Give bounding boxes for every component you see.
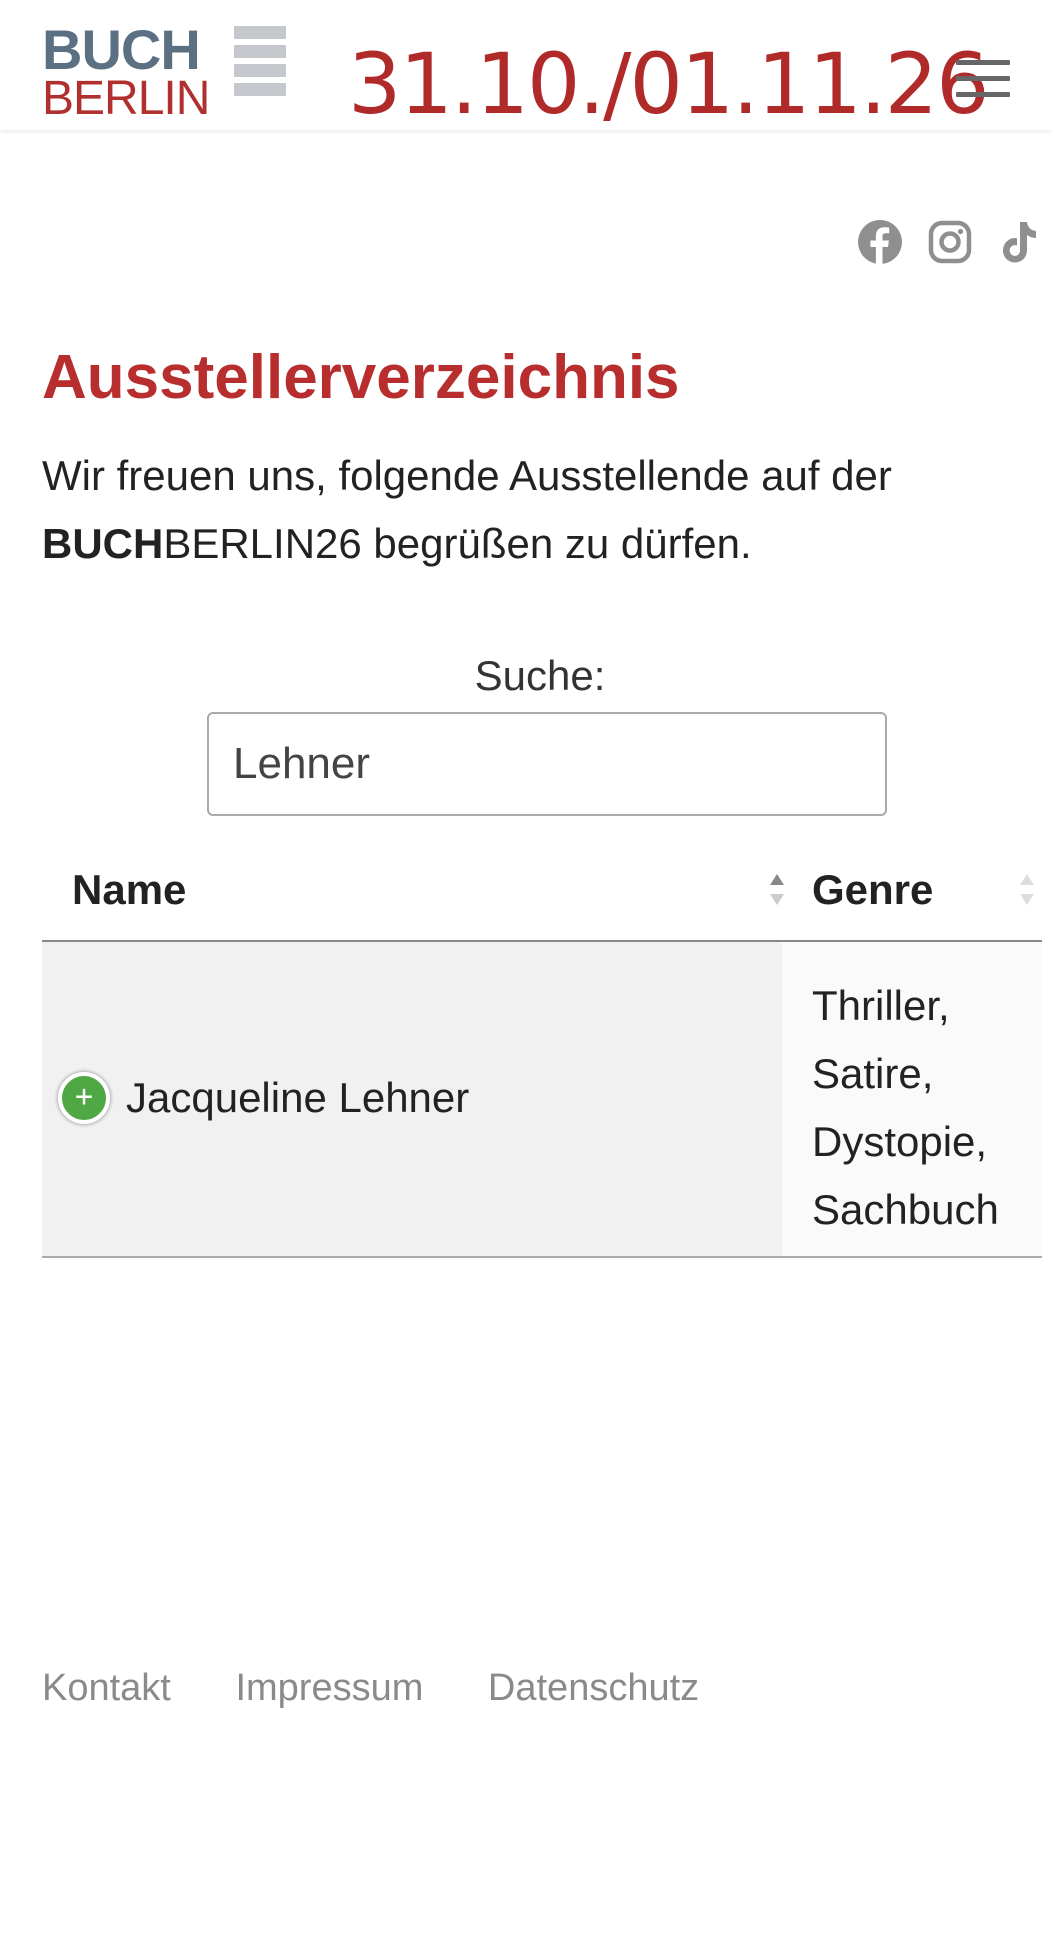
tiktok-icon[interactable] (994, 218, 1042, 266)
page-title: Ausstellerverzeichnis (42, 343, 680, 412)
site-footer: Kontakt Impressum Datenschutz (42, 1660, 753, 1716)
cell-name: + Jacqueline Lehner (42, 942, 782, 1256)
search-label: Suche: (474, 652, 606, 699)
intro-prefix: Wir freuen uns, folgende Ausstellende au… (42, 452, 892, 499)
table-header: Name Genre (42, 840, 1042, 942)
search-input[interactable] (207, 712, 887, 816)
column-header-name-label: Name (72, 866, 187, 913)
genre-item: Thriller, (812, 982, 950, 1029)
site-header: BUCH BERLIN 31.10./01.11.26 (0, 0, 1052, 133)
genre-list: Thriller, Satire, Dystopie, Sachbuch (812, 972, 999, 1244)
genre-item: Sachbuch (812, 1186, 999, 1233)
column-header-genre[interactable]: Genre (812, 840, 1042, 940)
exhibitor-table: Name Genre + Jacqueline Lehner Thriller,… (42, 840, 1042, 1258)
genre-item: Satire, (812, 1050, 934, 1097)
logo-bars-graphic (234, 26, 286, 102)
sort-arrows-icon (770, 874, 784, 914)
sort-arrows-icon (1020, 874, 1034, 914)
genre-item: Dystopie, (812, 1118, 988, 1165)
expand-row-icon[interactable]: + (58, 1072, 110, 1124)
logo-berlin-text: BERLIN (42, 72, 210, 125)
column-header-genre-label: Genre (812, 866, 934, 913)
facebook-icon[interactable] (856, 218, 904, 266)
cell-genre: Thriller, Satire, Dystopie, Sachbuch (782, 942, 1042, 1256)
intro-text: Wir freuen uns, folgende Ausstellende au… (42, 442, 1022, 578)
intro-brand-rest: BERLIN26 begrüßen zu dürfen. (163, 520, 752, 567)
event-date: 31.10./01.11.26 (348, 35, 990, 133)
footer-link-kontakt[interactable]: Kontakt (42, 1667, 171, 1709)
table-row[interactable]: + Jacqueline Lehner Thriller, Satire, Dy… (42, 942, 1042, 1258)
exhibitor-name: Jacqueline Lehner (126, 1074, 470, 1121)
instagram-icon[interactable] (926, 218, 974, 266)
buchberlin-logo[interactable]: BUCH BERLIN (42, 18, 292, 125)
footer-link-impressum[interactable]: Impressum (235, 1667, 423, 1709)
logo-buch-text: BUCH (42, 18, 201, 81)
column-header-name[interactable]: Name (72, 840, 792, 940)
footer-link-datenschutz[interactable]: Datenschutz (488, 1667, 699, 1709)
hamburger-menu-icon[interactable] (956, 60, 1010, 102)
intro-brand-bold: BUCH (42, 520, 164, 567)
